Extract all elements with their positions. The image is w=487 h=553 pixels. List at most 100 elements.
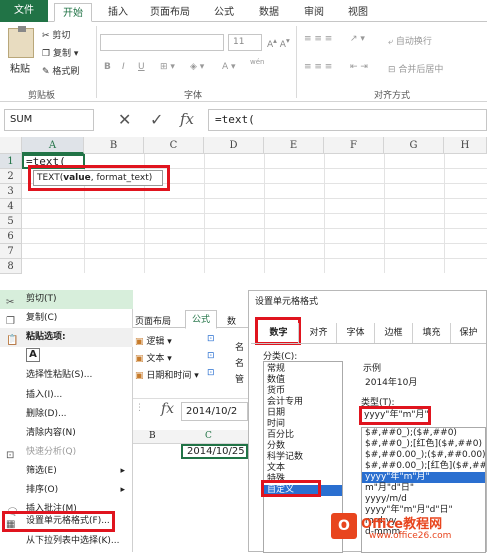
- row-header-8[interactable]: 8: [0, 259, 22, 274]
- orientation-icon[interactable]: ↗ ▾: [350, 34, 365, 44]
- fx-icon[interactable]: fx: [161, 401, 174, 417]
- category-text[interactable]: 文本: [264, 463, 342, 474]
- category-number[interactable]: 数值: [264, 375, 342, 386]
- menu-sort[interactable]: 排序(O) ▸: [0, 481, 133, 500]
- bg-col-c[interactable]: C: [205, 431, 212, 441]
- dialog-tab-alignment[interactable]: 对齐: [301, 323, 337, 343]
- row-header-7[interactable]: 7: [0, 244, 22, 259]
- col-header-h[interactable]: H: [444, 137, 487, 154]
- dialog-tab-fill[interactable]: 填充: [413, 323, 451, 343]
- menu-quick-analysis[interactable]: ⊡ 快速分析(Q): [0, 443, 133, 462]
- paste-icon[interactable]: [8, 26, 34, 58]
- bg-tab-data[interactable]: 数: [227, 314, 236, 327]
- bg-tab-page-layout[interactable]: 页面布局: [135, 314, 171, 327]
- category-percentage[interactable]: 百分比: [264, 430, 342, 441]
- dialog-tab-protection[interactable]: 保护: [451, 323, 486, 343]
- bg-tab-formulas[interactable]: 公式: [185, 310, 218, 329]
- more-functions-icon[interactable]: ⊡: [207, 368, 215, 378]
- category-general[interactable]: 常规: [264, 364, 342, 375]
- align-left-icon[interactable]: ≡ ≡ ≡: [304, 62, 332, 72]
- grow-font-icon[interactable]: A▴ A▾: [267, 36, 290, 50]
- category-scientific[interactable]: 科学记数: [264, 452, 342, 463]
- category-accounting[interactable]: 会计专用: [264, 397, 342, 408]
- font-size-box[interactable]: 11: [228, 34, 262, 51]
- format-painter-button[interactable]: ✎ 格式刷: [42, 64, 79, 77]
- col-header-d[interactable]: D: [204, 137, 264, 154]
- phonetic-button[interactable]: wén: [250, 58, 264, 66]
- menu-insert[interactable]: 插入(I)...: [0, 386, 133, 405]
- wrap-text-button[interactable]: ⤶ 自动换行: [388, 34, 432, 47]
- tab-view[interactable]: 视图: [340, 3, 376, 22]
- tab-formulas[interactable]: 公式: [206, 3, 242, 22]
- row-header-1[interactable]: 1: [0, 154, 22, 169]
- font-color-icon[interactable]: A ▾: [222, 62, 236, 72]
- tab-insert[interactable]: 插入: [100, 3, 136, 22]
- row-header-3[interactable]: 3: [0, 184, 22, 199]
- copy-button[interactable]: ❐ 复制 ▾: [42, 46, 78, 59]
- col-header-b[interactable]: B: [84, 137, 144, 154]
- format-item[interactable]: $#,##0_);[红色]($#,##0): [362, 439, 485, 450]
- menu-cut[interactable]: ✂ 剪切(T): [0, 290, 133, 309]
- category-fraction[interactable]: 分数: [264, 441, 342, 452]
- func-datetime[interactable]: ▣ 日期和时间 ▾: [135, 368, 199, 381]
- function-tooltip[interactable]: TEXT(value, format_text): [33, 170, 163, 186]
- row-header-2[interactable]: 2: [0, 169, 22, 184]
- format-item[interactable]: m"月"d"日": [362, 483, 485, 494]
- dialog-tab-font[interactable]: 字体: [337, 323, 375, 343]
- format-item[interactable]: $#,##0.00_);[红色]($#,##0.00): [362, 461, 485, 472]
- merge-center-button[interactable]: ⊟ 合并后居中: [388, 62, 443, 75]
- menu-clear-contents[interactable]: 清除内容(N): [0, 424, 133, 443]
- category-date[interactable]: 日期: [264, 408, 342, 419]
- menu-copy[interactable]: ❐ 复制(C): [0, 309, 133, 328]
- tab-data[interactable]: 数据: [251, 3, 287, 22]
- category-currency[interactable]: 货币: [264, 386, 342, 397]
- menu-filter[interactable]: 筛选(E) ▸: [0, 462, 133, 481]
- bg-cell-c[interactable]: 2014/10/25: [181, 444, 248, 459]
- border-icon[interactable]: ⊞ ▾: [160, 62, 175, 72]
- format-item-selected[interactable]: yyyy"年"m"月": [362, 472, 485, 483]
- func-logical[interactable]: ▣ 逻辑 ▾: [135, 334, 172, 347]
- cut-button[interactable]: ✂ 剪切: [42, 28, 70, 41]
- row-header-4[interactable]: 4: [0, 199, 22, 214]
- tab-review[interactable]: 审阅: [296, 3, 332, 22]
- format-item[interactable]: $#,##0_);($#,##0): [362, 428, 485, 439]
- dialog-tab-border[interactable]: 边框: [375, 323, 413, 343]
- fx-icon[interactable]: fx: [180, 110, 194, 128]
- col-header-e[interactable]: E: [264, 137, 324, 154]
- format-item[interactable]: yyyy/m/d: [362, 494, 485, 505]
- format-item[interactable]: $#,##0.00_);($#,##0.00): [362, 450, 485, 461]
- underline-button[interactable]: U: [138, 62, 145, 72]
- col-header-c[interactable]: C: [144, 137, 204, 154]
- formula-input[interactable]: =text(: [208, 109, 487, 131]
- tab-file[interactable]: 文件: [0, 0, 48, 22]
- category-time[interactable]: 时间: [264, 419, 342, 430]
- func-text[interactable]: ▣ 文本 ▾: [135, 351, 172, 364]
- col-header-a[interactable]: A: [22, 137, 84, 154]
- menu-pick-from-list[interactable]: 从下拉列表中选择(K)...: [0, 532, 133, 551]
- cancel-icon[interactable]: ✕: [118, 110, 131, 129]
- fill-color-icon[interactable]: ◈ ▾: [190, 62, 204, 72]
- menu-delete[interactable]: 删除(D)...: [0, 405, 133, 424]
- paste-button[interactable]: 粘贴: [10, 60, 30, 75]
- paste-option-icon[interactable]: A: [26, 348, 40, 362]
- align-top-icon[interactable]: ≡ ≡ ≡: [304, 34, 332, 44]
- row-header-6[interactable]: 6: [0, 229, 22, 244]
- tab-page-layout[interactable]: 页面布局: [142, 3, 198, 22]
- bg-col-b[interactable]: B: [149, 431, 156, 441]
- bg-formula-input[interactable]: 2014/10/2: [181, 402, 248, 421]
- dialog-tab-number[interactable]: 数字: [259, 323, 299, 343]
- select-all-corner[interactable]: [0, 137, 22, 154]
- font-name-box[interactable]: [100, 34, 224, 51]
- type-input[interactable]: yyyy"年"m"月": [362, 409, 486, 422]
- math-icon[interactable]: ⊡: [207, 351, 215, 361]
- enter-icon[interactable]: ✓: [150, 110, 163, 129]
- lookup-icon[interactable]: ⊡: [207, 334, 215, 344]
- col-header-f[interactable]: F: [324, 137, 384, 154]
- bold-button[interactable]: B: [104, 62, 111, 72]
- name-box[interactable]: SUM: [4, 109, 94, 131]
- indent-icon[interactable]: ⇤ ⇥: [350, 62, 368, 72]
- menu-paste-special[interactable]: 选择性粘贴(S)...: [0, 366, 133, 385]
- tab-home[interactable]: 开始: [54, 3, 92, 22]
- col-header-g[interactable]: G: [384, 137, 444, 154]
- menu-format-cells[interactable]: ▦ 设置单元格格式(F)...: [4, 512, 113, 531]
